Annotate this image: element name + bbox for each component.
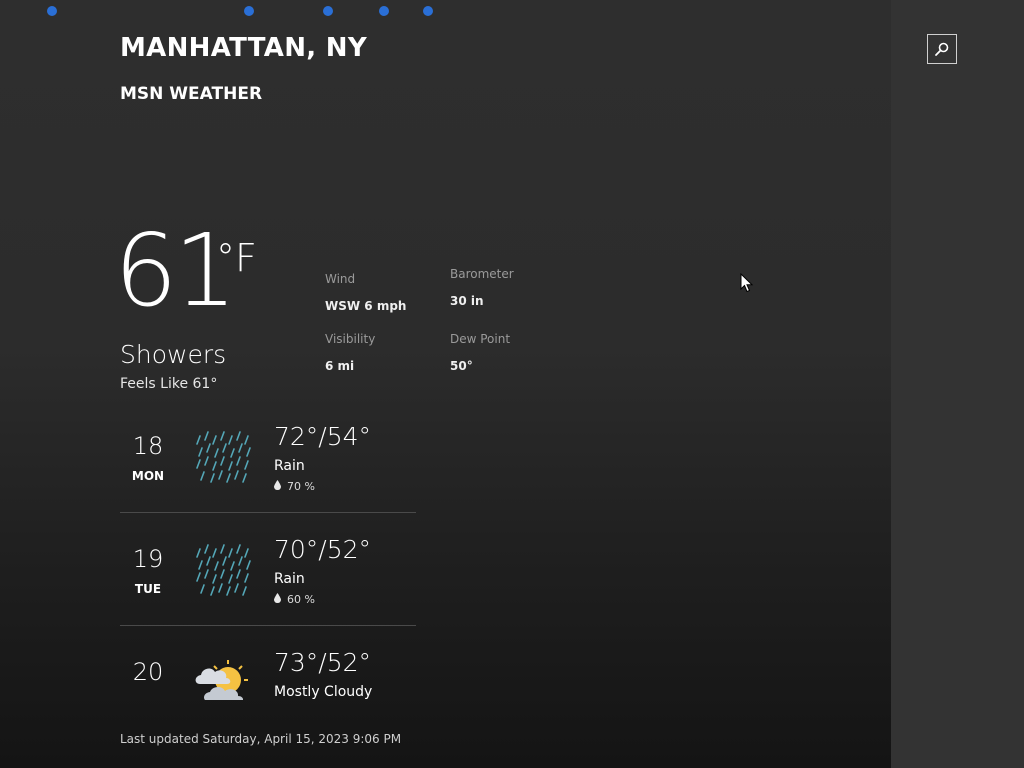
mouse-cursor-icon <box>740 273 754 293</box>
forecast-weekday: MON <box>131 469 165 483</box>
forecast-date: 19 <box>132 545 164 573</box>
precip-drop-icon <box>274 593 281 603</box>
rain-icon <box>196 431 251 483</box>
precip-value: 60 % <box>287 593 315 606</box>
forecast-day[interactable]: 20 73°/52° Mostly Cloudy <box>120 646 416 700</box>
forecast-weekday: TUE <box>134 582 162 596</box>
forecast-list: 18 MON 72°/54° Rain 70 % 19 TUE 70°/52° … <box>0 0 891 700</box>
forecast-day[interactable]: 18 MON 72°/54° Rain 70 % <box>120 420 416 533</box>
forecast-temps: 70°/52° <box>274 535 372 564</box>
search-icon <box>935 42 949 56</box>
forecast-temps: 72°/54° <box>274 422 372 451</box>
forecast-date: 20 <box>132 658 164 686</box>
forecast-precip: 60 % <box>274 593 315 606</box>
precip-drop-icon <box>274 480 281 490</box>
forecast-date: 18 <box>132 432 164 460</box>
main-panel: MANHATTAN, NY MSN WEATHER 61 °F Showers … <box>0 0 891 768</box>
forecast-condition: Rain <box>274 571 305 587</box>
last-updated: Last updated Saturday, April 15, 2023 9:… <box>120 732 402 746</box>
precip-value: 70 % <box>287 480 315 493</box>
search-button[interactable] <box>927 34 957 64</box>
weather-app: MANHATTAN, NY MSN WEATHER 61 °F Showers … <box>0 0 1024 768</box>
side-panel <box>891 0 1024 768</box>
forecast-divider <box>120 512 416 513</box>
partly-cloudy-icon <box>195 660 248 700</box>
forecast-condition: Rain <box>274 458 305 474</box>
forecast-precip: 70 % <box>274 480 315 493</box>
rain-icon <box>196 544 251 596</box>
forecast-day[interactable]: 19 TUE 70°/52° Rain 60 % <box>120 533 416 646</box>
forecast-condition: Mostly Cloudy <box>274 684 373 700</box>
forecast-divider <box>120 625 416 626</box>
forecast-temps: 73°/52° <box>274 648 372 677</box>
